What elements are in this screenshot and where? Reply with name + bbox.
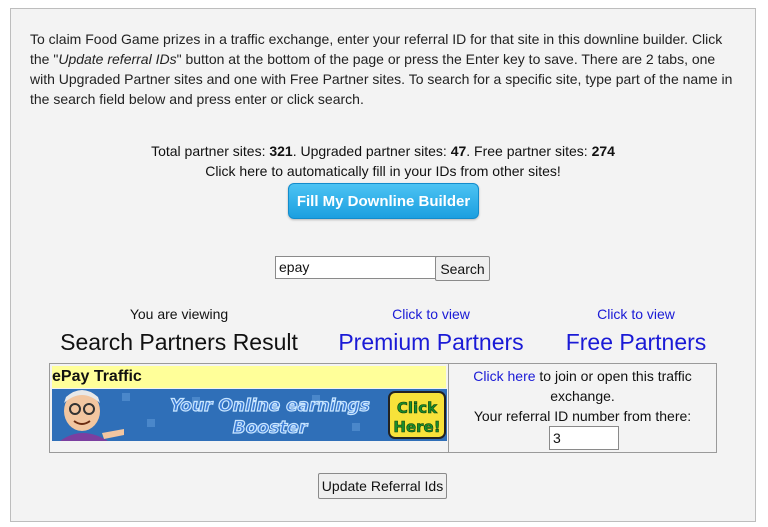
tab-free-partners[interactable]: Click to view Free Partners — [546, 305, 726, 357]
banner-click-text: Click — [397, 399, 438, 417]
banner-slogan-line1: Your Online earnings — [170, 396, 370, 416]
banner-slogan-line2: Booster — [233, 418, 309, 438]
total-label: Total partner sites: — [151, 143, 270, 159]
update-referral-ids-button[interactable]: Update Referral Ids — [318, 473, 447, 499]
referral-id-input[interactable]: 3 — [549, 426, 619, 450]
click-here-link[interactable]: Click here — [473, 368, 535, 384]
tab-free-title[interactable]: Free Partners — [546, 327, 726, 357]
join-description: to join or open this traffic exchange. — [535, 368, 692, 404]
tab-search-results: You are viewing Search Partners Result — [49, 305, 309, 357]
upgraded-count: 47 — [450, 143, 467, 159]
tab-premium-partners[interactable]: Click to view Premium Partners — [321, 305, 541, 357]
join-text: Click here to join or open this traffic … — [453, 366, 712, 406]
autofill-text: Click here to automatically fill in your… — [205, 163, 561, 179]
site-name: ePay Traffic — [52, 366, 446, 388]
partner-join-cell: Click here to join or open this traffic … — [449, 364, 716, 452]
tab-premium-caption[interactable]: Click to view — [321, 305, 541, 323]
downline-builder-panel: To claim Food Game prizes in a traffic e… — [10, 8, 756, 522]
upgraded-label: . Upgraded partner sites: — [292, 143, 451, 159]
search-button[interactable]: Search — [435, 256, 490, 281]
tab-premium-title[interactable]: Premium Partners — [321, 327, 541, 357]
search-input[interactable]: epay — [275, 256, 438, 279]
total-count: 321 — [269, 143, 293, 159]
banner-here-text: Here! — [393, 418, 440, 436]
tab-free-caption[interactable]: Click to view — [546, 305, 726, 323]
referral-id-label: Your referral ID number from there: — [473, 408, 692, 424]
intro-button-reference: Update referral IDs — [58, 51, 177, 67]
partner-result-table: ePay Traffic Your Online earnings Booste… — [49, 363, 717, 453]
partner-stats: Total partner sites: 321. Upgraded partn… — [11, 141, 755, 161]
fill-downline-builder-button[interactable]: Fill My Downline Builder — [288, 183, 479, 219]
partner-banner[interactable]: Your Online earnings Booster Click Here! — [52, 389, 447, 441]
partner-banner-cell: ePay Traffic Your Online earnings Booste… — [50, 364, 449, 452]
free-count: 274 — [591, 143, 615, 159]
tab-search-title: Search Partners Result — [60, 329, 298, 355]
free-label: . Free partner sites: — [466, 143, 592, 159]
intro-text: To claim Food Game prizes in a traffic e… — [30, 29, 742, 109]
tab-search-caption: You are viewing — [129, 306, 229, 322]
